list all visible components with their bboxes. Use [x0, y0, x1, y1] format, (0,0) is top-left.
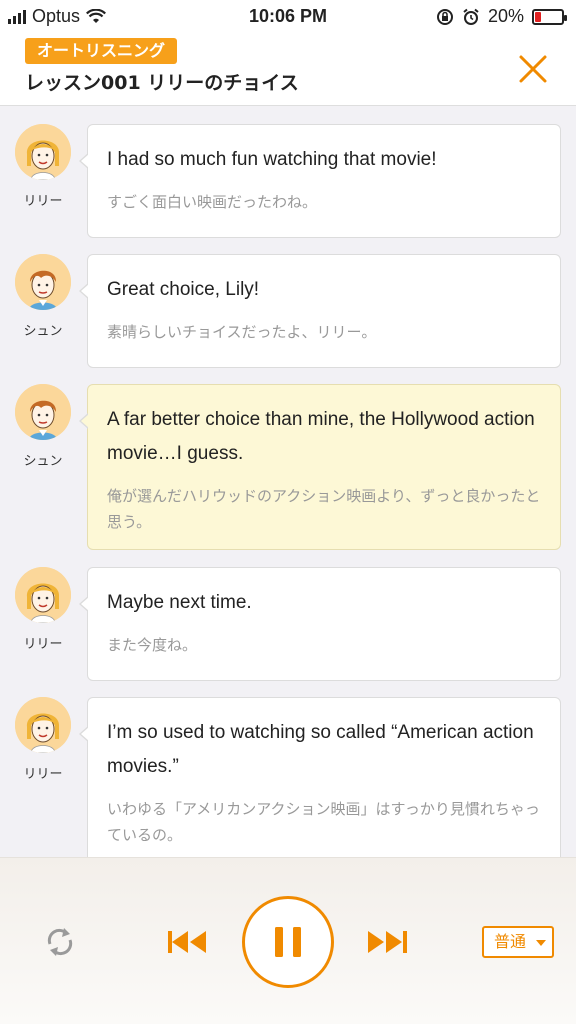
japanese-translation: また今度ね。 — [107, 636, 198, 654]
status-bar: Optus 10:06 PM 20% — [0, 0, 576, 32]
battery-percent: 20% — [487, 6, 524, 26]
japanese-translation: すごく面白い映画だったわね。 — [107, 193, 318, 211]
speaker-name: リリー — [23, 194, 63, 209]
speaker-name: シュン — [23, 324, 63, 339]
message-bubble[interactable]: I had so much fun watching that movie! す… — [79, 124, 561, 238]
message-bubble[interactable]: Maybe next time. また今度ね。 — [79, 567, 561, 681]
english-line: Maybe next time. — [107, 592, 252, 613]
lesson-header: オートリスニング レッスン001 リリーのチョイス — [0, 32, 576, 106]
shun-avatar — [14, 253, 72, 311]
rotation-lock-icon — [436, 8, 453, 25]
english-line: I’m so used to watching so called “Ameri… — [107, 722, 534, 777]
lily-avatar — [14, 566, 72, 624]
speaker-name: リリー — [23, 767, 63, 782]
speaker-name: シュン — [23, 454, 63, 469]
battery-icon — [532, 8, 567, 25]
lesson-title: レッスン001 リリーのチョイス — [25, 72, 299, 94]
english-line: Great choice, Lily! — [107, 279, 260, 300]
playback-speed-select[interactable]: 普通 — [482, 926, 554, 958]
message-bubble[interactable]: Great choice, Lily! 素晴らしいチョイスだったよ、リリー。 — [79, 254, 561, 368]
dialogue-list[interactable]: リリー I had so much fun watching that movi… — [0, 107, 576, 857]
japanese-translation: 素晴らしいチョイスだったよ、リリー。 — [107, 323, 377, 341]
english-line: I had so much fun watching that movie! — [107, 149, 437, 170]
message-bubble-active[interactable]: A far better choice than mine, the Holly… — [79, 384, 561, 550]
speaker-name: リリー — [23, 637, 63, 652]
close-icon[interactable] — [518, 54, 548, 84]
japanese-translation: いわゆる「アメリカンアクション映画」はすっかり見慣れちゃっているの。 — [107, 800, 540, 844]
lily-avatar — [14, 123, 72, 181]
dropdown-caret-icon — [536, 940, 546, 946]
alarm-icon — [463, 8, 479, 25]
audio-player: 普通 — [0, 857, 576, 1024]
japanese-translation: 俺が選んだハリウッドのアクション映画より、ずっと良かったと思う。 — [107, 487, 541, 531]
previous-icon[interactable] — [168, 930, 210, 954]
speed-label: 普通 — [494, 932, 527, 951]
auto-listening-badge: オートリスニング — [25, 38, 178, 64]
next-icon[interactable] — [366, 930, 408, 954]
repeat-icon[interactable] — [42, 924, 78, 960]
pause-icon — [275, 927, 301, 957]
lily-avatar — [14, 696, 72, 754]
message-bubble[interactable]: I’m so used to watching so called “Ameri… — [79, 697, 561, 857]
shun-avatar — [14, 383, 72, 441]
english-line: A far better choice than mine, the Holly… — [107, 409, 535, 464]
pause-button[interactable] — [242, 896, 334, 988]
